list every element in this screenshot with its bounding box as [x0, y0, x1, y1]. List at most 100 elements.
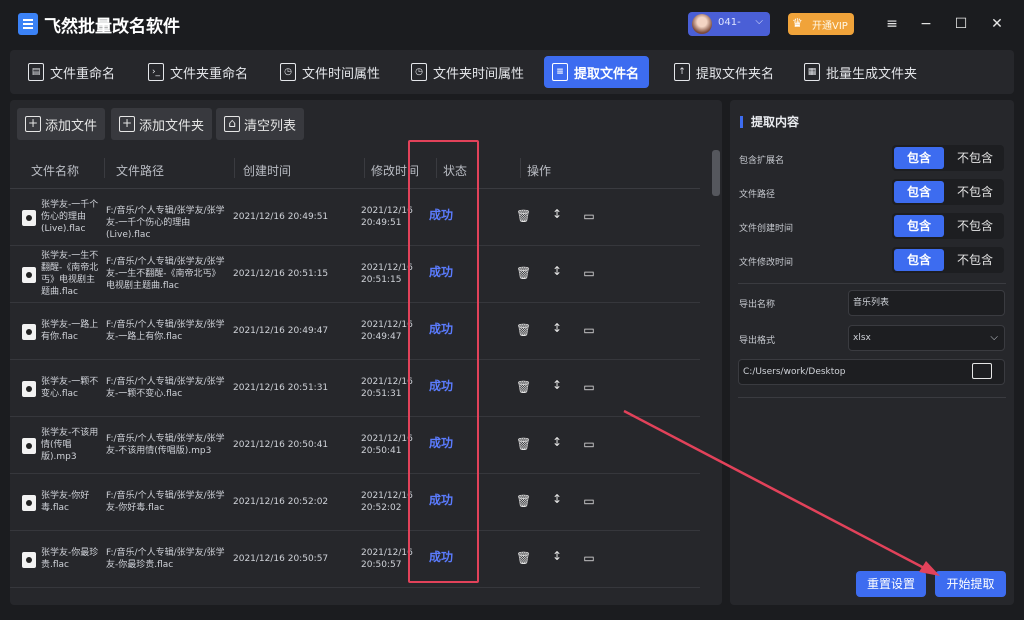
file-path: F:/音乐/个人专辑/张学友/张学友-你最珍贵.flac — [106, 548, 225, 570]
plus-icon: + — [25, 116, 41, 132]
scroll-thumb[interactable] — [712, 150, 720, 196]
export-path-value: C:/Users/work/Desktop — [743, 367, 846, 377]
created-time: 2021/12/16 20:49:47 — [233, 326, 329, 336]
tab-label: 文件夹重命名 — [170, 66, 249, 82]
modified-time: 20:51:31 — [361, 389, 402, 399]
modified-date: 2021/12/16 — [361, 377, 413, 387]
move-icon[interactable]: ↕ — [550, 264, 564, 278]
delete-icon[interactable]: 🗑 — [516, 380, 531, 394]
start-extract-button[interactable]: 开始提取 — [935, 571, 1006, 597]
tab-batch-folder[interactable]: ▦ 批量生成文件夹 — [796, 56, 927, 88]
minimize-button[interactable]: − — [914, 12, 938, 36]
maximize-button[interactable]: ☐ — [949, 12, 973, 36]
extract-settings-panel: 提取内容 包含扩展名 包含 不包含 文件路径 包含 不包含 文件创建时间 包含 … — [730, 100, 1014, 605]
tab-bar: ▤ 文件重命名 ›_ 文件夹重命名 ◷ 文件时间属性 ◷ 文件夹时间属性 ≡ 提… — [10, 50, 1014, 94]
close-button[interactable]: ✕ — [985, 12, 1009, 36]
toggle-off-option[interactable]: 不包含 — [948, 147, 1002, 169]
toggle-off-option[interactable]: 不包含 — [948, 181, 1002, 203]
broom-icon: ⌂ — [224, 116, 240, 132]
tab-label: 提取文件名 — [574, 66, 640, 82]
tab-label: 文件时间属性 — [302, 66, 381, 82]
chevron-down-icon: ⌵ — [755, 16, 763, 27]
option-label: 文件创建时间 — [739, 224, 794, 234]
modified-date: 2021/12/16 — [361, 206, 413, 216]
file-name: 张学友-一千个伤心的理由(Live).flac — [41, 200, 99, 234]
open-folder-icon[interactable]: ▭ — [582, 551, 596, 565]
move-icon[interactable]: ↕ — [550, 492, 564, 506]
export-name-input[interactable]: 音乐列表 — [848, 290, 1005, 316]
table-row[interactable]: 张学友-一颗不变心.flac F:/音乐/个人专辑/张学友/张学友-一颗不变心.… — [10, 360, 700, 417]
path-toggle[interactable]: 包含 不包含 — [892, 179, 1004, 205]
add-folder-button[interactable]: + 添加文件夹 — [111, 108, 213, 140]
delete-icon[interactable]: 🗑 — [516, 266, 531, 280]
clear-list-label: 清空列表 — [244, 118, 297, 134]
delete-icon[interactable]: 🗑 — [516, 437, 531, 451]
file-name: 张学友-一颗不变心.flac — [41, 377, 99, 399]
col-header-name: 文件名称 — [31, 164, 80, 178]
reset-settings-button[interactable]: 重置设置 — [856, 571, 926, 597]
clock-file-icon: ◷ — [280, 63, 296, 81]
table-row[interactable]: 张学友-你最珍贵.flac F:/音乐/个人专辑/张学友/张学友-你最珍贵.fl… — [10, 531, 700, 588]
column-divider — [520, 158, 521, 178]
vip-button[interactable]: ♛ 开通VIP — [788, 13, 854, 35]
open-folder-icon[interactable]: ▭ — [582, 209, 596, 223]
modified-time: 20:51:15 — [361, 275, 402, 285]
plus-icon: + — [119, 116, 135, 132]
move-icon[interactable]: ↕ — [550, 549, 564, 563]
created-time-toggle[interactable]: 包含 不包含 — [892, 213, 1004, 239]
tab-folder-time[interactable]: ◷ 文件夹时间属性 — [403, 56, 534, 88]
open-folder-icon[interactable]: ▭ — [582, 494, 596, 508]
move-icon[interactable]: ↕ — [550, 207, 564, 221]
tab-file-time[interactable]: ◷ 文件时间属性 — [272, 56, 390, 88]
vip-label: 开通VIP — [812, 21, 848, 32]
divider — [738, 397, 1006, 398]
audio-file-icon — [22, 267, 36, 283]
toggle-off-option[interactable]: 不包含 — [948, 249, 1002, 271]
toggle-on-option[interactable]: 包含 — [894, 181, 944, 203]
move-icon[interactable]: ↕ — [550, 378, 564, 392]
modified-date: 2021/12/16 — [361, 548, 413, 558]
table-row[interactable]: 张学友-你好毒.flac F:/音乐/个人专辑/张学友/张学友-你好毒.flac… — [10, 474, 700, 531]
section-title: 提取内容 — [740, 116, 799, 128]
add-file-button[interactable]: + 添加文件 — [17, 108, 106, 140]
delete-icon[interactable]: 🗑 — [516, 494, 531, 508]
delete-icon[interactable]: 🗑 — [516, 209, 531, 223]
tab-file-rename[interactable]: ▤ 文件重命名 — [20, 56, 125, 88]
modified-time-toggle[interactable]: 包含 不包含 — [892, 247, 1004, 273]
table-row[interactable]: 张学友-一生不翻醒-《南帝北丐》电视剧主题曲.flac F:/音乐/个人专辑/张… — [10, 246, 700, 303]
tab-label: 文件夹时间属性 — [433, 66, 525, 82]
open-folder-icon[interactable]: ▭ — [582, 323, 596, 337]
export-format-select[interactable]: xlsx ⌵ — [848, 325, 1005, 351]
delete-icon[interactable]: 🗑 — [516, 551, 531, 565]
open-folder-icon[interactable]: ▭ — [582, 266, 596, 280]
move-icon[interactable]: ↕ — [550, 321, 564, 335]
table-row[interactable]: 张学友-不该用情(传唱版).mp3 F:/音乐/个人专辑/张学友/张学友-不该用… — [10, 417, 700, 474]
folder-icon[interactable] — [972, 363, 992, 379]
file-path: F:/音乐/个人专辑/张学友/张学友-一颗不变心.flac — [106, 377, 225, 399]
toggle-off-option[interactable]: 不包含 — [948, 215, 1002, 237]
vertical-scrollbar[interactable] — [712, 150, 720, 605]
column-divider — [104, 158, 105, 178]
open-folder-icon[interactable]: ▭ — [582, 380, 596, 394]
tab-folder-rename[interactable]: ›_ 文件夹重命名 — [140, 56, 258, 88]
created-time: 2021/12/16 20:50:57 — [233, 554, 329, 564]
clear-list-button[interactable]: ⌂ 清空列表 — [216, 108, 305, 140]
delete-icon[interactable]: 🗑 — [516, 323, 531, 337]
move-icon[interactable]: ↕ — [550, 435, 564, 449]
file-path: F:/音乐/个人专辑/张学友/张学友-不该用情(传唱版).mp3 — [106, 434, 225, 456]
user-account-button[interactable]: 041- ⌵ — [688, 12, 770, 36]
menu-icon[interactable]: ≡ — [880, 12, 904, 36]
toggle-on-option[interactable]: 包含 — [894, 249, 944, 271]
table-row[interactable]: 张学友-一千个伤心的理由(Live).flac F:/音乐/个人专辑/张学友/张… — [10, 189, 700, 246]
toggle-on-option[interactable]: 包含 — [894, 215, 944, 237]
open-folder-icon[interactable]: ▭ — [582, 437, 596, 451]
extension-toggle[interactable]: 包含 不包含 — [892, 145, 1004, 171]
tab-extract-foldername[interactable]: ↑ 提取文件夹名 — [666, 56, 784, 88]
audio-file-icon — [22, 495, 36, 511]
table-row[interactable]: 张学友-一路上有你.flac F:/音乐/个人专辑/张学友/张学友-一路上有你.… — [10, 303, 700, 360]
export-format-label: 导出格式 — [739, 336, 776, 346]
tab-extract-filename[interactable]: ≡ 提取文件名 — [544, 56, 650, 88]
toggle-on-option[interactable]: 包含 — [894, 147, 944, 169]
export-path-field[interactable]: C:/Users/work/Desktop — [738, 359, 1005, 385]
tab-label: 提取文件夹名 — [696, 66, 775, 82]
